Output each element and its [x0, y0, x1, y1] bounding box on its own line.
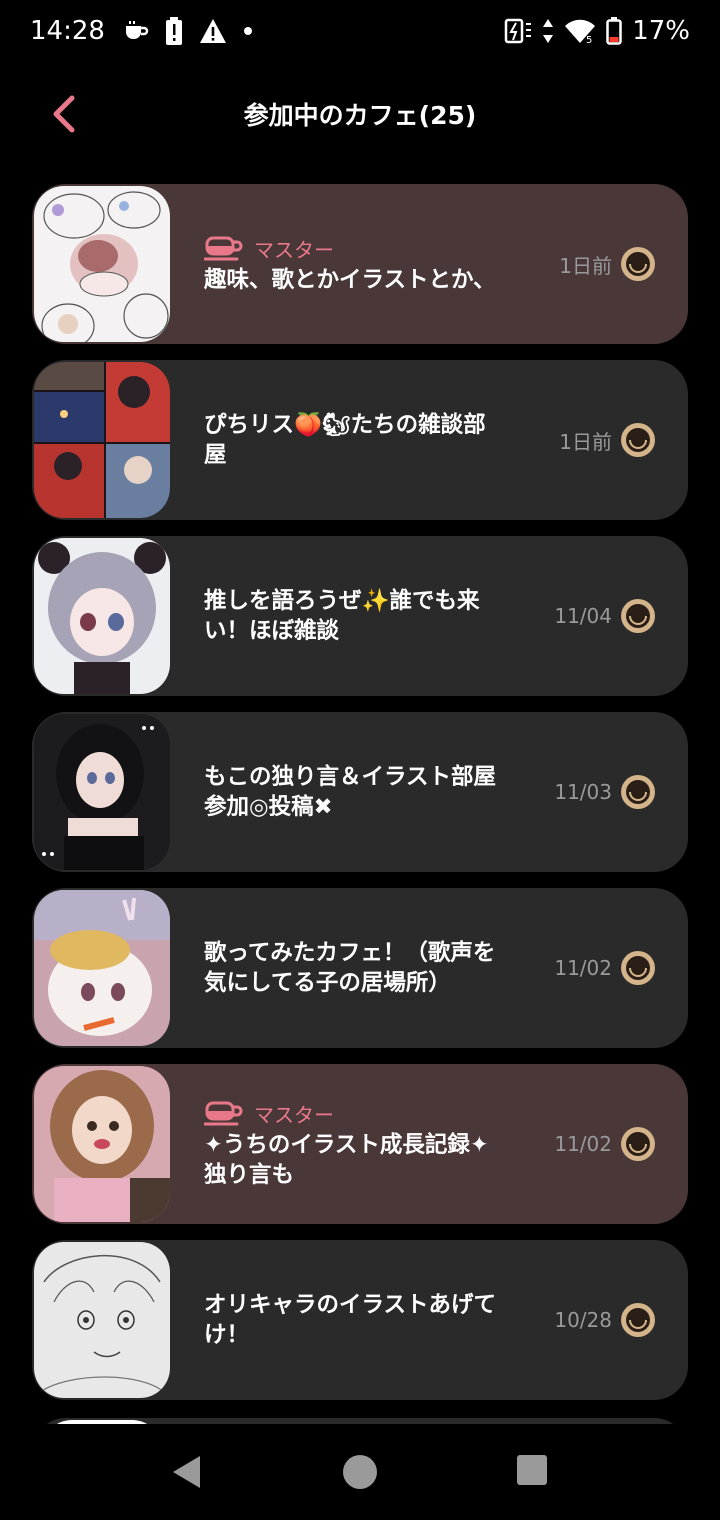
last-activity-date: 1日前: [559, 429, 612, 454]
master-badge: マスター: [204, 234, 544, 263]
square-recents-icon: [517, 1455, 547, 1485]
cafe-name: 推しを語ろうぜ✨誰でも来 い！ほぼ雑談: [204, 588, 480, 644]
coffee-top-icon: [621, 1303, 655, 1337]
svg-text:5: 5: [586, 35, 592, 44]
cafe-card[interactable]: ぴちリス🍑🐿たちの雑談部 屋 1日前: [32, 360, 688, 520]
cafe-card[interactable]: もこの独り言＆イラスト部屋 参加◎投稿✖ 11/03: [32, 712, 688, 872]
last-activity-date: 1日前: [559, 253, 612, 278]
last-activity-date: 11/02: [554, 1132, 612, 1156]
cafe-name: もこの独り言＆イラスト部屋 参加◎投稿✖: [204, 764, 497, 820]
battery-alert-icon: [165, 17, 183, 45]
last-activity-date: 11/02: [554, 956, 612, 980]
triangle-back-icon: [173, 1456, 200, 1488]
master-label: マスター: [254, 237, 334, 262]
last-activity-date: 11/04: [554, 604, 612, 628]
status-bar: 14:28 5 17%: [0, 0, 720, 62]
dot-icon: [243, 26, 253, 36]
cafe-thumbnail: [34, 1242, 170, 1398]
cafe-card[interactable]: マスター ✦うちのイラスト成長記録✦ 独り言も 11/02: [32, 1064, 688, 1224]
cafe-list[interactable]: マスター 趣味、歌とかイラストとか、 1日前 ぴちリス🍑🐿たちの雑談部 屋 1日…: [32, 184, 688, 1424]
last-activity-date: 10/28: [554, 1308, 612, 1332]
cafe-thumbnail: [34, 890, 170, 1046]
coffee-top-icon: [621, 1127, 655, 1161]
page-title: 参加中のカフェ(25): [243, 101, 477, 130]
cafe-name: 趣味、歌とかイラストとか、: [204, 266, 496, 293]
status-time: 14:28: [30, 16, 105, 46]
cafe-thumbnail: [34, 362, 170, 518]
cafe-card[interactable]: マスター 趣味、歌とかイラストとか、 1日前: [32, 184, 688, 344]
cafe-card[interactable]: オリキャラのイラストあげて け！ 10/28: [32, 1240, 688, 1400]
cafe-thumbnail: [34, 714, 170, 870]
wifi-icon: 5: [564, 18, 596, 44]
nav-back-button[interactable]: [170, 1454, 204, 1494]
warning-icon: [199, 18, 227, 44]
battery-percent: 17%: [632, 16, 690, 46]
coffee-top-icon: [621, 423, 655, 457]
system-nav-bar: [0, 1424, 720, 1520]
nav-home-button[interactable]: [342, 1454, 378, 1494]
coffee-top-icon: [621, 951, 655, 985]
cafe-card[interactable]: 推しを語ろうぜ✨誰でも来 い！ほぼ雑談 11/04: [32, 536, 688, 696]
master-label: マスター: [254, 1102, 334, 1127]
cafe-name: オリキャラのイラストあげて け！: [204, 1292, 497, 1348]
circle-home-icon: [343, 1455, 377, 1489]
battery-saver-icon: [504, 18, 532, 44]
last-activity-date: 11/03: [554, 780, 612, 804]
master-badge: マスター: [204, 1099, 544, 1128]
cafe-name: ✦うちのイラスト成長記録✦ 独り言も: [204, 1131, 489, 1188]
cafe-name: ぴちリス🍑🐿たちの雑談部 屋: [204, 412, 486, 468]
coffee-cup-icon: [204, 1101, 243, 1126]
nav-recents-button[interactable]: [516, 1454, 548, 1490]
cafe-thumbnail: [34, 186, 170, 342]
cup-icon: [123, 20, 149, 42]
coffee-top-icon: [621, 247, 655, 281]
data-arrows-icon: [542, 18, 554, 44]
coffee-top-icon: [621, 599, 655, 633]
cafe-thumbnail: [34, 1066, 170, 1222]
cafe-name: 歌ってみたカフェ！（歌声を 気にしてる子の居場所）: [204, 940, 496, 996]
cafe-card[interactable]: 歌ってみたカフェ！（歌声を 気にしてる子の居場所） 11/02: [32, 888, 688, 1048]
coffee-top-icon: [621, 775, 655, 809]
cafe-thumbnail: [34, 538, 170, 694]
battery-icon: [606, 17, 622, 45]
app-header: 参加中のカフェ(25): [0, 76, 720, 152]
coffee-cup-icon: [204, 236, 243, 261]
